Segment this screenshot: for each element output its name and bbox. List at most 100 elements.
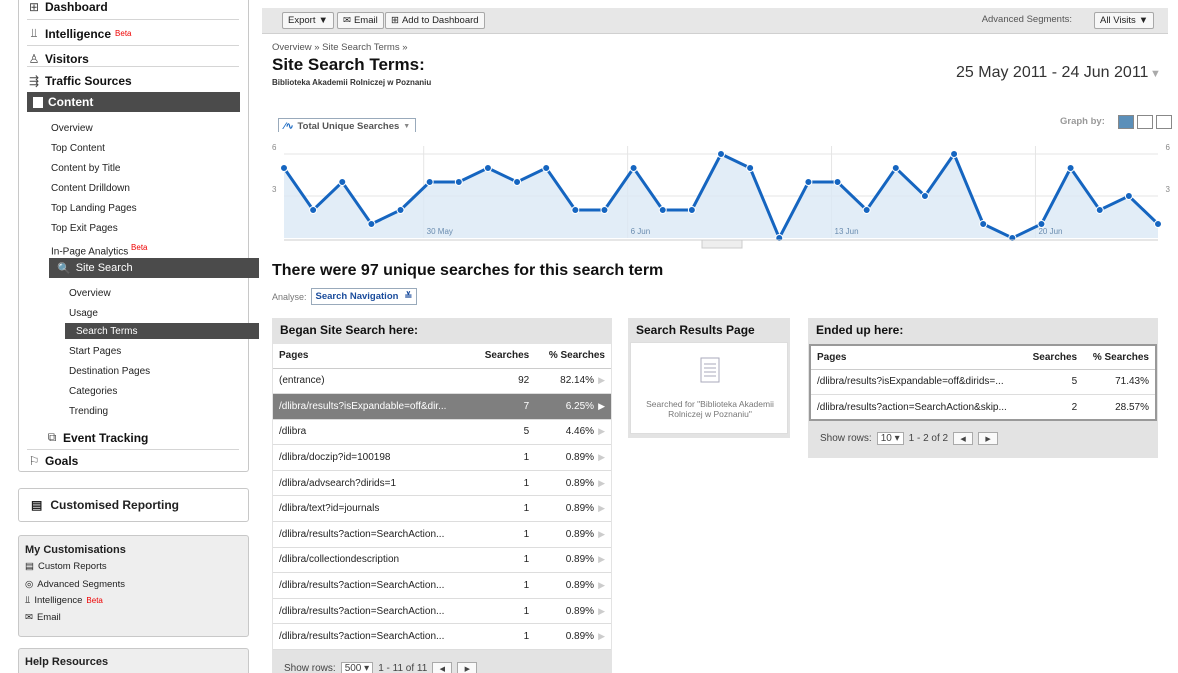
graph-by-week-button[interactable] — [1137, 115, 1153, 129]
table-row[interactable]: (entrance) 92 82.14% ▶ — [273, 368, 611, 395]
page-cell[interactable]: /dlibra/results?action=SearchAction&skip… — [810, 394, 1024, 421]
nav-traffic-sources[interactable]: ⇶ Traffic Sources — [27, 74, 132, 88]
site-search-item-destination-pages[interactable]: Destination Pages — [69, 366, 150, 377]
data-point[interactable] — [542, 164, 551, 172]
email-button[interactable]: ✉ Email — [337, 12, 384, 29]
expand-arrow-icon[interactable]: ▶ — [598, 529, 605, 539]
data-point[interactable] — [862, 206, 871, 214]
prev-page-button[interactable]: ◀ — [953, 432, 974, 445]
data-point[interactable] — [717, 150, 725, 158]
page-cell[interactable]: /dlibra/doczip?id=100198 — [273, 444, 473, 471]
table-row[interactable]: /dlibra/results?action=SearchAction... 1 0… — [273, 623, 611, 651]
content-item-in-page-analytics[interactable]: In-Page Analytics Beta — [51, 243, 148, 257]
page-cell[interactable]: /dlibra/results?action=SearchAction... — [273, 623, 473, 651]
advanced-segments-select[interactable]: All Visits ▼ — [1094, 12, 1155, 29]
intelligence-link[interactable]: ⫫ Intelligence Beta — [25, 595, 103, 606]
next-page-button[interactable]: ▶ — [457, 662, 478, 673]
data-point[interactable] — [804, 178, 813, 186]
chevron-down-icon[interactable]: ▼ — [1150, 68, 1161, 80]
expand-arrow-icon[interactable]: ▶ — [598, 452, 605, 462]
customised-reporting[interactable]: ▤ Customised Reporting — [18, 488, 249, 522]
advanced-segments-link[interactable]: ◎ Advanced Segments — [25, 579, 125, 590]
site-search-item-search-terms[interactable]: Search Terms — [65, 323, 259, 339]
expand-arrow-icon[interactable]: ▶ — [598, 554, 605, 564]
data-point[interactable] — [309, 206, 318, 214]
site-search-item-trending[interactable]: Trending — [69, 406, 108, 417]
page-cell[interactable]: /dlibra/results?action=SearchAction... — [273, 598, 473, 625]
content-item-top-landing-pages[interactable]: Top Landing Pages — [51, 203, 137, 214]
email-link[interactable]: ✉ Email — [25, 612, 61, 623]
data-point[interactable] — [979, 220, 988, 228]
column-header[interactable]: Searches — [1023, 345, 1084, 370]
nav-visitors[interactable]: ♙ Visitors — [27, 52, 89, 66]
page-cell[interactable]: /dlibra — [273, 419, 473, 446]
expand-arrow-icon[interactable]: ▶ — [598, 478, 605, 488]
expand-arrow-icon[interactable]: ▶ — [598, 606, 605, 616]
content-item-top-content[interactable]: Top Content — [51, 143, 105, 154]
expand-arrow-icon[interactable]: ▶ — [598, 631, 605, 641]
table-row[interactable]: /dlibra/doczip?id=100198 1 0.89% ▶ — [273, 444, 611, 471]
data-point[interactable] — [425, 178, 434, 186]
table-row[interactable]: /dlibra/results?action=SearchAction&skip… — [810, 394, 1156, 421]
site-search-item-categories[interactable]: Categories — [69, 386, 117, 397]
column-header[interactable]: % Searches — [535, 344, 611, 369]
expand-arrow-icon[interactable]: ▶ — [598, 375, 605, 385]
table-row[interactable]: /dlibra/results?action=SearchAction... 1 0… — [273, 572, 611, 599]
table-row[interactable]: /dlibra/collectiondescription 1 0.89% ▶ — [273, 547, 611, 574]
column-header[interactable]: Pages — [273, 344, 473, 369]
custom-reports-link[interactable]: ▤ Custom Reports — [25, 561, 107, 572]
prev-page-button[interactable]: ◀ — [432, 662, 453, 673]
nav-goals[interactable]: ⚐ Goals — [27, 454, 79, 468]
nav-dashboard[interactable]: ⊞ Dashboard — [27, 0, 108, 14]
table-row[interactable]: /dlibra/results?isExpandable=off&dirids=… — [810, 369, 1156, 396]
page-cell[interactable]: /dlibra/results?isExpandable=off&dirids=… — [810, 369, 1024, 396]
data-point[interactable] — [920, 192, 929, 200]
graph-by-day-button[interactable] — [1118, 115, 1134, 129]
table-row[interactable]: /dlibra/results?isExpandable=off&dir... 7… — [273, 393, 611, 420]
data-point[interactable] — [1095, 206, 1104, 214]
data-point[interactable] — [658, 206, 667, 214]
data-point[interactable] — [950, 150, 959, 158]
page-cell[interactable]: /dlibra/advsearch?dirids=1 — [273, 470, 473, 497]
date-range[interactable]: 25 May 2011 - 24 Jun 2011 — [956, 64, 1148, 82]
expand-arrow-icon[interactable]: ▶ — [598, 426, 605, 436]
data-point[interactable] — [629, 164, 638, 172]
table-row[interactable]: /dlibra/advsearch?dirids=1 1 0.89% ▶ — [273, 470, 611, 497]
content-item-overview[interactable]: Overview — [51, 123, 93, 134]
data-point[interactable] — [338, 178, 347, 186]
content-item-content-drilldown[interactable]: Content Drilldown — [51, 183, 130, 194]
page-cell[interactable]: /dlibra/text?id=journals — [273, 495, 473, 523]
expand-arrow-icon[interactable]: ▶ — [598, 401, 605, 411]
data-point[interactable] — [1154, 220, 1162, 228]
site-search-item-overview[interactable]: Overview — [69, 288, 111, 299]
page-cell[interactable]: /dlibra/results?isExpandable=off&dir... — [273, 393, 473, 420]
data-point[interactable] — [746, 164, 755, 172]
show-rows-select[interactable]: 500 ▾ — [340, 662, 374, 673]
data-point[interactable] — [1124, 192, 1133, 200]
nav-intelligence[interactable]: ⫫ Intelligence Beta — [27, 26, 132, 41]
nav-site-search[interactable]: 🔍 Site Search — [49, 258, 259, 278]
show-rows-select[interactable]: 10 ▾ — [876, 432, 904, 445]
data-point[interactable] — [513, 178, 522, 186]
table-row[interactable]: /dlibra/results?action=SearchAction... 1 0… — [273, 521, 611, 548]
page-cell[interactable]: (entrance) — [273, 368, 473, 395]
data-point[interactable] — [280, 164, 288, 172]
analyse-select[interactable]: Search Navigation ≚ — [310, 288, 418, 305]
column-header[interactable]: Searches — [472, 344, 536, 369]
data-point[interactable] — [600, 206, 609, 214]
data-point[interactable] — [687, 206, 696, 214]
table-row[interactable]: /dlibra/text?id=journals 1 0.89% ▶ — [273, 495, 611, 523]
column-header[interactable]: Pages — [810, 345, 1024, 370]
nav-event-tracking[interactable]: ⧉ Event Tracking — [45, 430, 149, 445]
expand-arrow-icon[interactable]: ▶ — [598, 580, 605, 590]
page-cell[interactable]: /dlibra/collectiondescription — [273, 547, 473, 574]
chart-resize-handle[interactable] — [701, 239, 743, 249]
data-point[interactable] — [367, 220, 376, 228]
breadcrumb[interactable]: Overview » Site Search Terms » — [272, 42, 408, 53]
expand-arrow-icon[interactable]: ▶ — [598, 503, 605, 513]
export-button[interactable]: Export ▼ — [282, 12, 334, 29]
data-point[interactable] — [483, 164, 492, 172]
content-item-content-by-title[interactable]: Content by Title — [51, 163, 120, 174]
page-cell[interactable]: /dlibra/results?action=SearchAction... — [273, 572, 473, 599]
data-point[interactable] — [833, 178, 842, 186]
